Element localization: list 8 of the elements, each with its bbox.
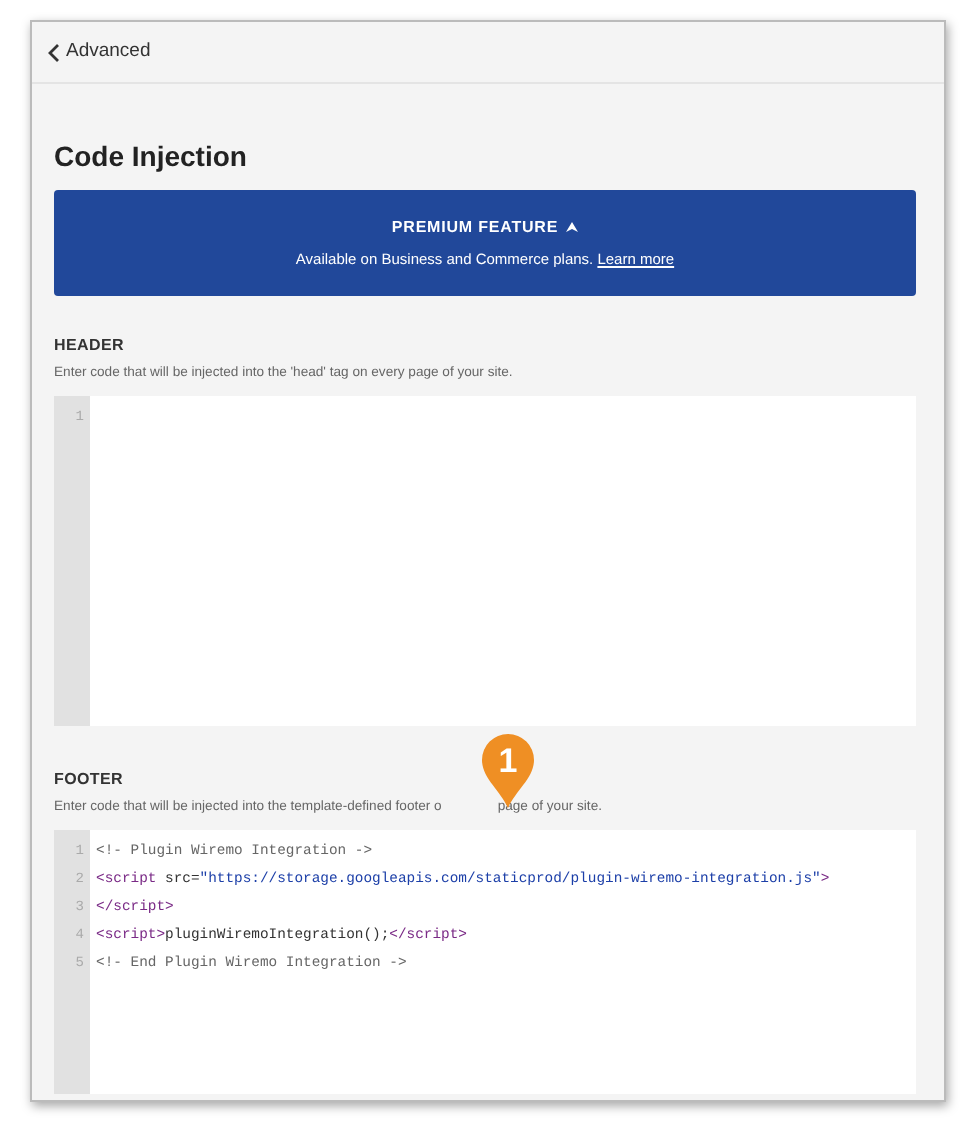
code-editor[interactable] <box>54 830 916 1095</box>
chevron-left-icon <box>48 43 60 61</box>
back-link[interactable]: Advanced <box>48 37 151 67</box>
page-title: Code Injection <box>54 138 249 176</box>
banner-heading: PREMIUM FEATURE <box>391 215 559 240</box>
section-heading: FOOTER <box>54 768 126 793</box>
caret-up-icon <box>566 222 579 233</box>
section-heading: HEADER <box>54 334 126 358</box>
